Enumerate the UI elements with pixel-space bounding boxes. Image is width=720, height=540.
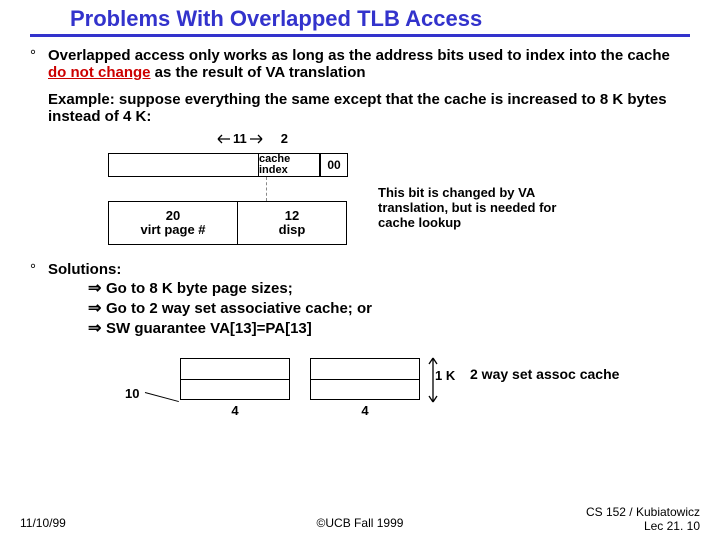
footer-course-line1: CS 152 / Kubiatowicz xyxy=(586,505,700,519)
solution-3: ⇒SW guarantee VA[13]=PA[13] xyxy=(88,318,372,338)
label-4: 4 xyxy=(231,403,238,418)
address-fields-row: 20 virt page # 12 disp xyxy=(108,201,347,245)
cache-row xyxy=(181,359,289,380)
cache-index-box: cache index xyxy=(258,153,320,177)
solution-1: ⇒Go to 8 K byte page sizes; xyxy=(88,278,372,298)
solution-1-text: Go to 8 K byte page sizes; xyxy=(106,280,293,297)
label-10: 10 xyxy=(125,386,139,401)
slide-title: Problems With Overlapped TLB Access xyxy=(0,0,720,34)
dashed-connector xyxy=(266,177,267,201)
bullet-1-emphasis: do not change xyxy=(48,64,151,81)
example-text: Example: suppose everything the same exc… xyxy=(48,91,690,125)
label-1k: 1 K xyxy=(435,368,455,383)
diagram-address-layout: 11 2 cache index 00 20 virt page # 12 di… xyxy=(48,131,690,261)
solutions-block: Solutions: ⇒Go to 8 K byte page sizes; ⇒… xyxy=(48,261,372,338)
virt-page-label: virt page # xyxy=(140,223,205,237)
disp-box: 12 disp xyxy=(237,201,347,245)
virt-page-box: 20 virt page # xyxy=(108,201,238,245)
bullet-1: ° Overlapped access only works as long a… xyxy=(30,47,690,81)
solution-2: ⇒Go to 2 way set associative cache; or xyxy=(88,298,372,318)
bullet-1-part-c: as the result of VA translation xyxy=(151,64,366,81)
footer-course: CS 152 / Kubiatowicz Lec 21. 10 xyxy=(586,506,700,534)
cache-index-row: cache index 00 xyxy=(108,153,348,177)
solution-3-text: SW guarantee VA[13]=PA[13] xyxy=(106,320,312,337)
label-11: 11 xyxy=(233,131,247,146)
bullet-marker: ° xyxy=(30,47,48,81)
arrow-icon: ⇒ xyxy=(88,318,106,338)
title-underline xyxy=(30,34,690,37)
cache-index-label: cache index xyxy=(259,154,319,176)
bullet-marker: ° xyxy=(30,261,48,338)
cache-way-1-box xyxy=(310,358,420,400)
cache-row xyxy=(181,380,289,400)
cache-way-1: 4 xyxy=(310,358,420,418)
bullet-1-part-a: Overlapped access only works as long as … xyxy=(48,47,670,64)
diagram-2way-cache: 10 4 4 1 K 2 way set assoc cache xyxy=(30,348,690,438)
solution-2-text: Go to 2 way set associative cache; or xyxy=(106,300,372,317)
cache-row xyxy=(311,380,419,400)
diagram1-note: This bit is changed by VA translation, b… xyxy=(378,186,558,231)
label-2: 2 xyxy=(281,131,288,146)
cache-zeros-box: 00 xyxy=(320,153,348,177)
connector-line xyxy=(145,392,179,402)
virt-page-bits: 20 xyxy=(166,209,180,223)
label-2way-assoc: 2 way set assoc cache xyxy=(470,366,619,382)
footer-course-line2: Lec 21. 10 xyxy=(644,519,700,533)
arrow-right-icon xyxy=(250,134,264,144)
cache-box-empty xyxy=(108,153,258,177)
cache-row xyxy=(311,359,419,380)
cache-way-0-box xyxy=(180,358,290,400)
bullet-2: ° Solutions: ⇒Go to 8 K byte page sizes;… xyxy=(30,261,690,338)
cache-way-0: 4 xyxy=(180,358,290,418)
disp-bits: 12 xyxy=(285,209,299,223)
slide-body: ° Overlapped access only works as long a… xyxy=(0,47,720,438)
diagram1-top-labels: 11 2 xyxy=(213,131,288,146)
label-4: 4 xyxy=(361,403,368,418)
disp-label: disp xyxy=(279,223,306,237)
arrow-icon: ⇒ xyxy=(88,278,106,298)
arrow-left-icon xyxy=(216,134,230,144)
arrow-icon: ⇒ xyxy=(88,298,106,318)
solutions-head: Solutions: xyxy=(48,261,372,278)
bullet-1-text: Overlapped access only works as long as … xyxy=(48,47,690,81)
